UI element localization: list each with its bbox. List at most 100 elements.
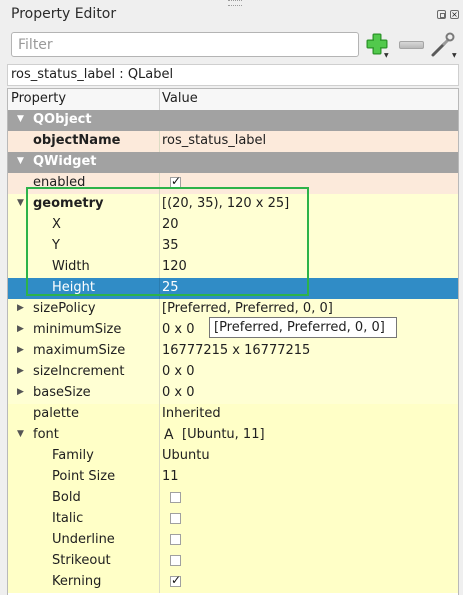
property-value: 0 x 0 xyxy=(162,385,195,400)
column-header-property[interactable]: Property xyxy=(11,91,66,106)
group-label: QObject xyxy=(33,112,92,127)
property-value: ros_status_label xyxy=(162,133,267,148)
property-row[interactable]: Strikeout xyxy=(8,551,458,572)
property-row[interactable]: palette Inherited xyxy=(8,404,458,425)
panel-titlebar: Property Editor × xyxy=(0,0,463,30)
property-value: Inherited xyxy=(162,406,221,421)
add-property-button[interactable]: ▼ xyxy=(365,32,389,59)
property-row[interactable]: Underline xyxy=(8,530,458,551)
panel-title: Property Editor xyxy=(11,6,117,22)
property-name: Y xyxy=(52,238,60,253)
property-name: sizePolicy xyxy=(33,301,96,316)
property-name: font xyxy=(33,427,59,442)
property-name: palette xyxy=(33,406,80,421)
property-value: [Preferred, Preferred, 0, 0] xyxy=(162,301,333,316)
property-value-cell[interactable]: Inherited xyxy=(160,404,458,425)
property-value-cell[interactable]: 0 x 0 xyxy=(160,362,458,383)
property-name-cell: enabled xyxy=(8,173,159,194)
property-value-cell[interactable]: 11 xyxy=(160,467,458,488)
property-row[interactable]: ▼ geometry [(20, 35), 120 x 25] xyxy=(8,194,458,215)
property-name: Family xyxy=(52,448,94,463)
property-value-cell[interactable] xyxy=(160,488,458,509)
property-value-cell[interactable]: 0 x 0 xyxy=(160,383,458,404)
property-name-cell: ▶ minimumSize xyxy=(8,320,159,341)
property-value-cell[interactable]: Ubuntu xyxy=(160,446,458,467)
checkbox[interactable] xyxy=(170,573,181,587)
property-value-cell[interactable] xyxy=(160,173,458,194)
property-row[interactable]: Family Ubuntu xyxy=(8,446,458,467)
property-row[interactable]: Height 25 xyxy=(8,278,458,299)
group-row[interactable]: ▼ QObject xyxy=(8,110,458,131)
property-value-cell[interactable]: 120 xyxy=(160,257,458,278)
collapse-arrow-icon[interactable]: ▼ xyxy=(17,156,24,166)
collapse-arrow-icon[interactable]: ▼ xyxy=(17,114,24,124)
property-value-cell[interactable]: [(20, 35), 120 x 25] xyxy=(160,194,458,215)
tree-header: Property Value xyxy=(8,89,458,111)
property-row[interactable]: Bold xyxy=(8,488,458,509)
expand-arrow-icon[interactable]: ▶ xyxy=(17,387,24,397)
float-window-icon[interactable] xyxy=(437,10,446,19)
expand-arrow-icon[interactable]: ▶ xyxy=(17,324,24,334)
property-name: Kerning xyxy=(52,574,102,589)
property-name-cell: ▼ geometry xyxy=(8,194,159,215)
expand-arrow-icon[interactable]: ▶ xyxy=(17,303,24,313)
checkbox[interactable] xyxy=(170,492,181,503)
property-value-cell[interactable]: 16777215 x 16777215 xyxy=(160,341,458,362)
property-row[interactable]: ▶ maximumSize 16777215 x 16777215 xyxy=(8,341,458,362)
property-value: 35 xyxy=(162,238,179,253)
property-name-cell: Height xyxy=(8,278,159,299)
checkbox[interactable] xyxy=(170,534,181,545)
property-value-cell[interactable] xyxy=(160,509,458,530)
dropdown-caret-icon: ▼ xyxy=(384,52,389,59)
property-value: 16777215 x 16777215 xyxy=(162,343,311,358)
property-row[interactable]: ▼ font A [Ubuntu, 11] xyxy=(8,425,458,446)
property-row[interactable]: ▶ baseSize 0 x 0 xyxy=(8,383,458,404)
property-value-cell[interactable] xyxy=(160,530,458,551)
property-value-cell[interactable]: ros_status_label xyxy=(160,131,458,152)
property-value-cell[interactable]: 35 xyxy=(160,236,458,257)
collapse-arrow-icon[interactable]: ▼ xyxy=(17,198,24,208)
property-value-cell[interactable]: A [Ubuntu, 11] xyxy=(160,425,458,446)
property-value-cell[interactable] xyxy=(160,572,458,593)
remove-property-button[interactable] xyxy=(399,41,424,49)
property-name-cell: Point Size xyxy=(8,467,159,488)
property-value-cell[interactable]: 20 xyxy=(160,215,458,236)
property-row[interactable]: Y 35 xyxy=(8,236,458,257)
property-row[interactable]: objectName ros_status_label xyxy=(8,131,458,152)
checkbox[interactable] xyxy=(170,174,181,188)
property-name: Height xyxy=(52,280,95,295)
property-tree[interactable]: Property Value ▼ QObject objectName ros_sta… xyxy=(7,88,459,595)
property-row[interactable]: Kerning xyxy=(8,572,458,593)
close-icon[interactable]: × xyxy=(450,10,459,19)
property-name: Bold xyxy=(52,490,81,505)
filter-input[interactable] xyxy=(11,32,359,57)
property-name-cell: ▶ sizeIncrement xyxy=(8,362,159,383)
font-glyph-icon: A xyxy=(164,427,174,443)
property-name: sizeIncrement xyxy=(33,364,125,379)
expand-arrow-icon[interactable]: ▶ xyxy=(17,366,24,376)
property-value: Ubuntu xyxy=(162,448,210,463)
column-header-value[interactable]: Value xyxy=(162,91,198,106)
property-row[interactable]: enabled xyxy=(8,173,458,194)
property-name: Point Size xyxy=(52,469,116,484)
property-row[interactable]: Italic xyxy=(8,509,458,530)
property-name-cell: Italic xyxy=(8,509,159,530)
checkbox[interactable] xyxy=(170,555,181,566)
property-row[interactable]: Point Size 11 xyxy=(8,467,458,488)
property-row[interactable]: X 20 xyxy=(8,215,458,236)
property-value-cell[interactable] xyxy=(160,551,458,572)
object-class-label: ros_status_label : QLabel xyxy=(7,64,459,86)
checkbox[interactable] xyxy=(170,513,181,524)
group-label: QWidget xyxy=(33,154,97,169)
configure-button[interactable]: ▼ xyxy=(429,32,457,59)
property-row[interactable]: Width 120 xyxy=(8,257,458,278)
collapse-arrow-icon[interactable]: ▼ xyxy=(17,429,24,439)
drag-grip[interactable] xyxy=(228,0,242,6)
expand-arrow-icon[interactable]: ▶ xyxy=(17,345,24,355)
group-row[interactable]: ▼ QWidget xyxy=(8,152,458,173)
property-value: 0 x 0 xyxy=(162,364,195,379)
dropdown-caret-icon: ▼ xyxy=(452,52,457,59)
property-row[interactable]: ▶ sizeIncrement 0 x 0 xyxy=(8,362,458,383)
property-name-cell: Underline xyxy=(8,530,159,551)
property-value-cell[interactable]: 25 xyxy=(160,278,458,299)
